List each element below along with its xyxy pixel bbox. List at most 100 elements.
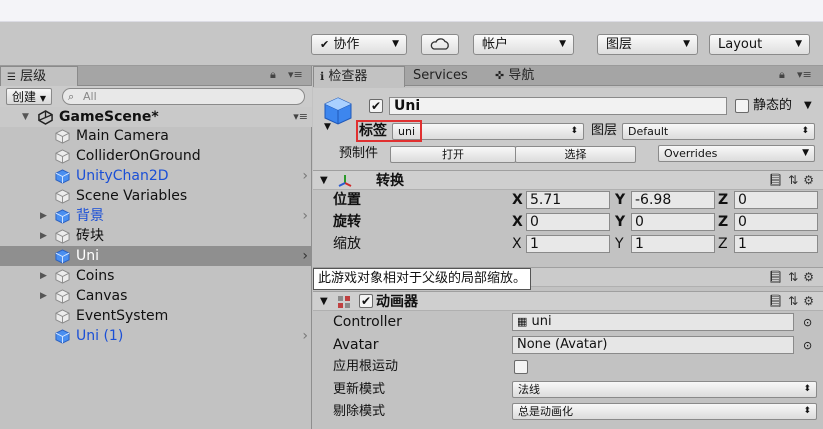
hierarchy-item-collider[interactable]: ColliderOnGround bbox=[0, 146, 312, 166]
tab-navigation[interactable]: ✜ 导航 bbox=[489, 66, 540, 86]
expand-arrow-icon[interactable]: ▶ bbox=[40, 266, 47, 286]
layers-dropdown[interactable]: 图层 ▼ bbox=[597, 34, 698, 55]
transform-header[interactable]: ▼ 转换 📘︎⇅⚙ bbox=[313, 170, 823, 190]
updown-icon: ⬍ bbox=[801, 126, 809, 136]
controller-value: uni bbox=[531, 314, 552, 329]
chevron-right-icon[interactable]: › bbox=[302, 206, 308, 226]
tab-hierarchy[interactable]: ☰ 层级 bbox=[0, 66, 78, 87]
overrides-dropdown[interactable]: Overrides ▼ bbox=[658, 145, 815, 162]
item-label: Uni bbox=[76, 248, 100, 264]
preset-icon[interactable]: ⇅ bbox=[788, 270, 803, 284]
panel-menu-icon[interactable]: ▾≡ bbox=[797, 68, 812, 81]
hierarchy-item-coins[interactable]: ▶ Coins bbox=[0, 266, 312, 286]
position-x-field[interactable]: 5.71 bbox=[526, 191, 610, 209]
help-book-icon[interactable]: 📘︎ bbox=[768, 294, 788, 308]
search-input[interactable]: ⌕ All bbox=[62, 88, 305, 105]
chevron-down-icon[interactable]: ▼ bbox=[324, 118, 331, 136]
collapse-arrow-icon[interactable]: ▼ bbox=[320, 172, 328, 190]
hierarchy-item-bricks[interactable]: ▶ 砖块 bbox=[0, 226, 312, 246]
scale-z-field[interactable]: 1 bbox=[734, 235, 818, 253]
scale-y-field[interactable]: 1 bbox=[631, 235, 715, 253]
position-y-field[interactable]: -6.98 bbox=[631, 191, 715, 209]
chevron-right-icon[interactable]: › bbox=[302, 246, 308, 266]
hierarchy-item-uni[interactable]: Uni › bbox=[0, 246, 312, 266]
gameobject-icon bbox=[55, 289, 70, 304]
expand-arrow-icon[interactable]: ▼ bbox=[22, 107, 29, 127]
hierarchy-item-uni-1[interactable]: Uni (1) › bbox=[0, 326, 312, 346]
rotation-y-field[interactable]: 0 bbox=[631, 213, 715, 231]
settings-gear-icon[interactable]: ⚙ bbox=[803, 294, 819, 308]
select-button[interactable]: 选择 bbox=[515, 146, 636, 163]
layer-dropdown[interactable]: Default ⬍ bbox=[622, 123, 815, 140]
tab-services[interactable]: Services bbox=[407, 66, 474, 86]
culling-mode-dropdown[interactable]: 总是动画化 ⬍ bbox=[512, 403, 817, 420]
rotation-z-field[interactable]: 0 bbox=[734, 213, 818, 231]
transform-title: 转换 bbox=[376, 173, 404, 189]
collapse-arrow-icon[interactable]: ▼ bbox=[320, 293, 328, 311]
expand-arrow-icon[interactable]: ▶ bbox=[40, 286, 47, 306]
controller-label: Controller bbox=[333, 314, 402, 330]
active-checkbox[interactable]: ✔ bbox=[369, 99, 383, 113]
update-mode-dropdown[interactable]: 法线 ⬍ bbox=[512, 381, 817, 398]
object-name-field[interactable]: Uni bbox=[389, 97, 727, 115]
scale-x-field[interactable]: 1 bbox=[526, 235, 610, 253]
expand-arrow-icon[interactable]: ▶ bbox=[40, 206, 47, 226]
prefab-icon bbox=[55, 169, 70, 184]
lock-icon[interactable]: 🔒︎ bbox=[270, 68, 276, 82]
lock-icon[interactable]: 🔒︎ bbox=[779, 68, 785, 82]
component-tools[interactable]: 📘︎⇅⚙ bbox=[768, 173, 819, 187]
scene-row[interactable]: ▼ GameScene* ▾≡ bbox=[0, 107, 312, 127]
scale-z-value: 1 bbox=[738, 236, 747, 252]
animator-controller-icon: ▦ bbox=[517, 315, 528, 328]
scene-menu-icon[interactable]: ▾≡ bbox=[293, 107, 308, 127]
animator-header[interactable]: ▼ ✔ 动画器 📘︎⇅⚙ bbox=[313, 291, 823, 311]
help-book-icon[interactable]: 📘︎ bbox=[768, 270, 788, 284]
component-tools[interactable]: 📘︎⇅⚙ bbox=[768, 294, 819, 308]
static-checkbox[interactable] bbox=[735, 99, 749, 113]
avatar-field[interactable]: None (Avatar) bbox=[512, 336, 794, 354]
controller-field[interactable]: ▦ uni bbox=[512, 313, 794, 331]
hierarchy-item-scene-variables[interactable]: Scene Variables bbox=[0, 186, 312, 206]
chevron-down-icon[interactable]: ▼ bbox=[804, 97, 812, 115]
object-picker-icon[interactable]: ⊙ bbox=[803, 314, 812, 332]
item-label: Coins bbox=[76, 268, 115, 284]
expand-arrow-icon[interactable]: ▶ bbox=[40, 226, 47, 246]
chevron-down-icon: ▼ bbox=[559, 39, 566, 49]
item-label: Canvas bbox=[76, 288, 128, 304]
root-motion-checkbox[interactable] bbox=[514, 360, 528, 374]
help-book-icon[interactable]: 📘︎ bbox=[768, 173, 788, 187]
object-picker-icon[interactable]: ⊙ bbox=[803, 337, 812, 355]
preset-icon[interactable]: ⇅ bbox=[788, 173, 803, 187]
hierarchy-item-background[interactable]: ▶ 背景 › bbox=[0, 206, 312, 226]
item-label: 背景 bbox=[76, 208, 104, 224]
position-z-value: 0 bbox=[738, 192, 747, 208]
settings-gear-icon[interactable]: ⚙ bbox=[803, 270, 819, 284]
layer-value: Default bbox=[628, 125, 669, 138]
tab-inspector[interactable]: ℹ 检查器 bbox=[313, 66, 405, 87]
collab-button[interactable]: ✔ 协作 ▼ bbox=[311, 34, 407, 55]
hierarchy-item-main-camera[interactable]: Main Camera bbox=[0, 126, 312, 146]
hierarchy-item-canvas[interactable]: ▶ Canvas bbox=[0, 286, 312, 306]
layout-dropdown[interactable]: Layout ▼ bbox=[709, 34, 810, 55]
settings-gear-icon[interactable]: ⚙ bbox=[803, 173, 819, 187]
scale-y-value: 1 bbox=[635, 236, 644, 252]
panel-menu-icon[interactable]: ▾≡ bbox=[288, 68, 303, 81]
chevron-right-icon[interactable]: › bbox=[302, 326, 308, 346]
open-button[interactable]: 打开 bbox=[390, 146, 516, 163]
hierarchy-item-unitychan2d[interactable]: UnityChan2D › bbox=[0, 166, 312, 186]
position-x-value: 5.71 bbox=[530, 192, 562, 208]
gameobject-icon bbox=[55, 309, 70, 324]
position-z-field[interactable]: 0 bbox=[734, 191, 818, 209]
component-tools[interactable]: 📘︎⇅⚙ bbox=[768, 270, 819, 284]
account-dropdown[interactable]: 帐户 ▼ bbox=[473, 34, 574, 55]
rotation-x-field[interactable]: 0 bbox=[526, 213, 610, 231]
chevron-right-icon[interactable]: › bbox=[302, 166, 308, 186]
cloud-button[interactable] bbox=[421, 34, 459, 55]
axis-y-label: Y bbox=[615, 214, 626, 230]
hierarchy-item-eventsystem[interactable]: EventSystem bbox=[0, 306, 312, 326]
create-button[interactable]: 创建 ▼ bbox=[6, 88, 52, 105]
avatar-label: Avatar bbox=[333, 337, 379, 353]
animator-enabled-checkbox[interactable]: ✔ bbox=[359, 294, 373, 308]
gameobject-icon bbox=[55, 149, 70, 164]
preset-icon[interactable]: ⇅ bbox=[788, 294, 803, 308]
